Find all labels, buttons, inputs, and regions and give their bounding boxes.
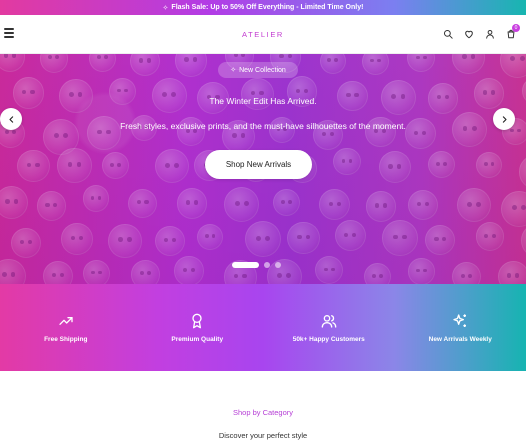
announcement-bar: ✧ Flash Sale: Up to 50% Off Everything -… <box>0 0 526 15</box>
chevron-right-icon <box>502 115 507 123</box>
trending-up-icon <box>0 313 132 329</box>
hero-title: The Winter Edit Has Arrived. <box>209 96 317 106</box>
cart-count-badge: 0 <box>512 24 520 32</box>
previous-slide-button[interactable] <box>0 108 22 130</box>
heart-icon[interactable] <box>464 29 474 39</box>
feature-label: Premium Quality <box>171 336 224 343</box>
feature-label: 50k+ Happy Customers <box>292 336 365 343</box>
slide-indicators <box>232 262 281 268</box>
shop-new-arrivals-button[interactable]: Shop New Arrivals <box>205 150 312 179</box>
site-header: ATELIER 0 <box>0 15 526 54</box>
hero-banner: ✧ New Collection The Winter Edit Has Arr… <box>0 54 526 284</box>
chevron-left-icon <box>8 115 13 123</box>
search-icon[interactable] <box>443 29 453 39</box>
sparkle-icon: ✧ <box>230 67 237 74</box>
section-subtitle: Discover your perfect style <box>218 431 308 440</box>
award-icon <box>132 313 264 329</box>
user-icon[interactable] <box>485 29 495 39</box>
feature-label: New Arrivals Weekly <box>428 336 492 343</box>
slide-dot[interactable] <box>264 262 270 268</box>
users-icon <box>263 313 395 329</box>
sparkle-icon: ✧ <box>162 4 169 12</box>
cart-icon[interactable]: 0 <box>506 24 520 39</box>
header-actions: 0 <box>443 24 520 39</box>
features-band: Free Shipping Premium Quality 50k+ Happy… <box>0 284 526 371</box>
sparkles-icon <box>395 313 526 329</box>
next-slide-button[interactable] <box>493 108 515 130</box>
new-collection-badge: ✧ New Collection <box>218 62 298 78</box>
feature-new-arrivals: New Arrivals Weekly <box>395 284 526 371</box>
hero-subtitle: Fresh styles, exclusive prints, and the … <box>120 121 406 131</box>
slide-dot[interactable] <box>275 262 281 268</box>
feature-happy-customers: 50k+ Happy Customers <box>263 284 395 371</box>
section-title: Shop by Category <box>232 408 294 417</box>
feature-premium-quality: Premium Quality <box>132 284 264 371</box>
feature-free-shipping: Free Shipping <box>0 284 132 371</box>
feature-label: Free Shipping <box>44 336 88 343</box>
slide-dot[interactable] <box>232 262 259 268</box>
announcement-text: Flash Sale: Up to 50% Off Everything - L… <box>171 4 364 11</box>
